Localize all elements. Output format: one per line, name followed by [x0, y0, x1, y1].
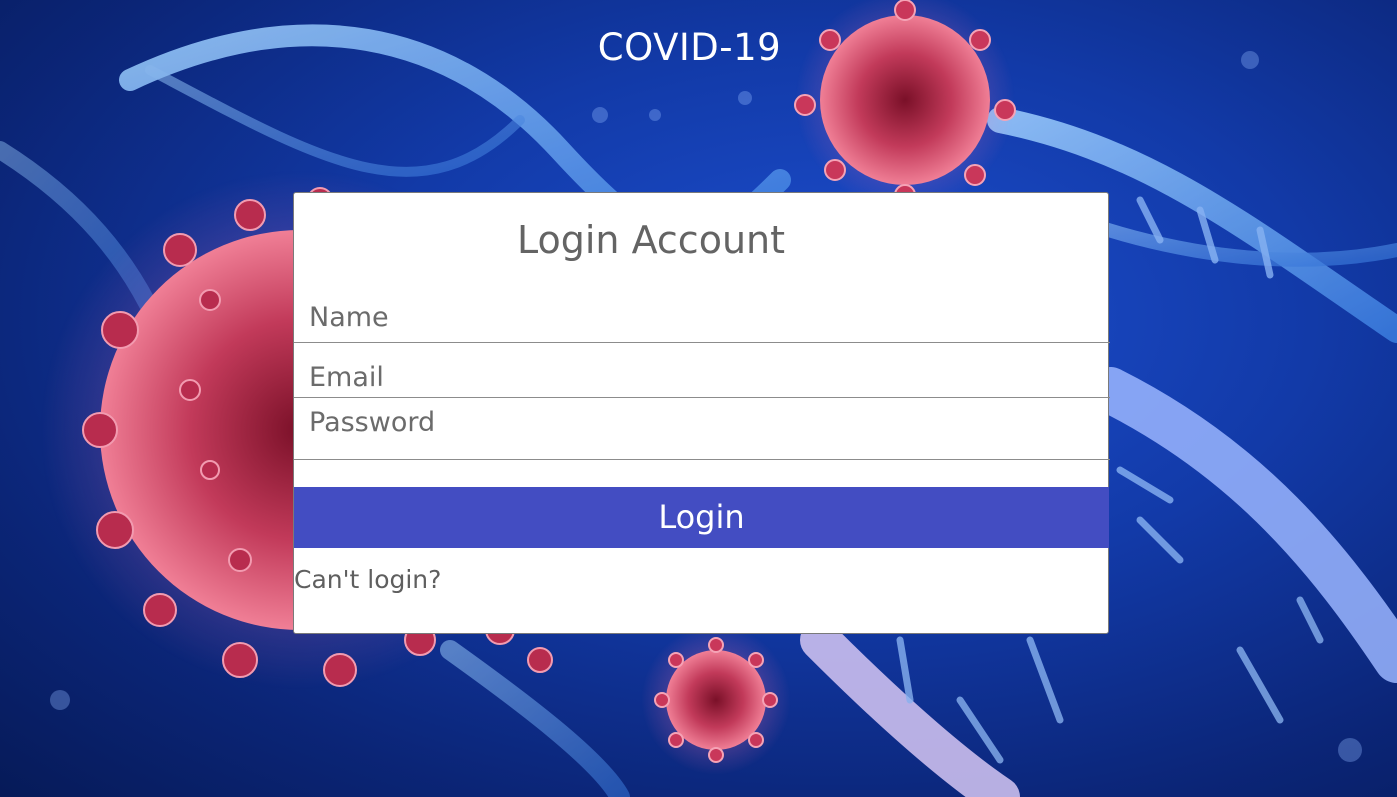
login-heading: Login Account: [516, 218, 786, 262]
login-button[interactable]: Login: [294, 487, 1109, 548]
login-card: Login Account Login Can't login?: [293, 192, 1110, 634]
site-title: COVID-19: [597, 26, 782, 69]
password-input[interactable]: [294, 398, 1110, 460]
cant-login-link[interactable]: Can't login?: [294, 565, 441, 595]
email-input[interactable]: [294, 343, 1110, 398]
name-input[interactable]: [294, 293, 1110, 343]
virus-particle-bottom: [641, 625, 791, 775]
